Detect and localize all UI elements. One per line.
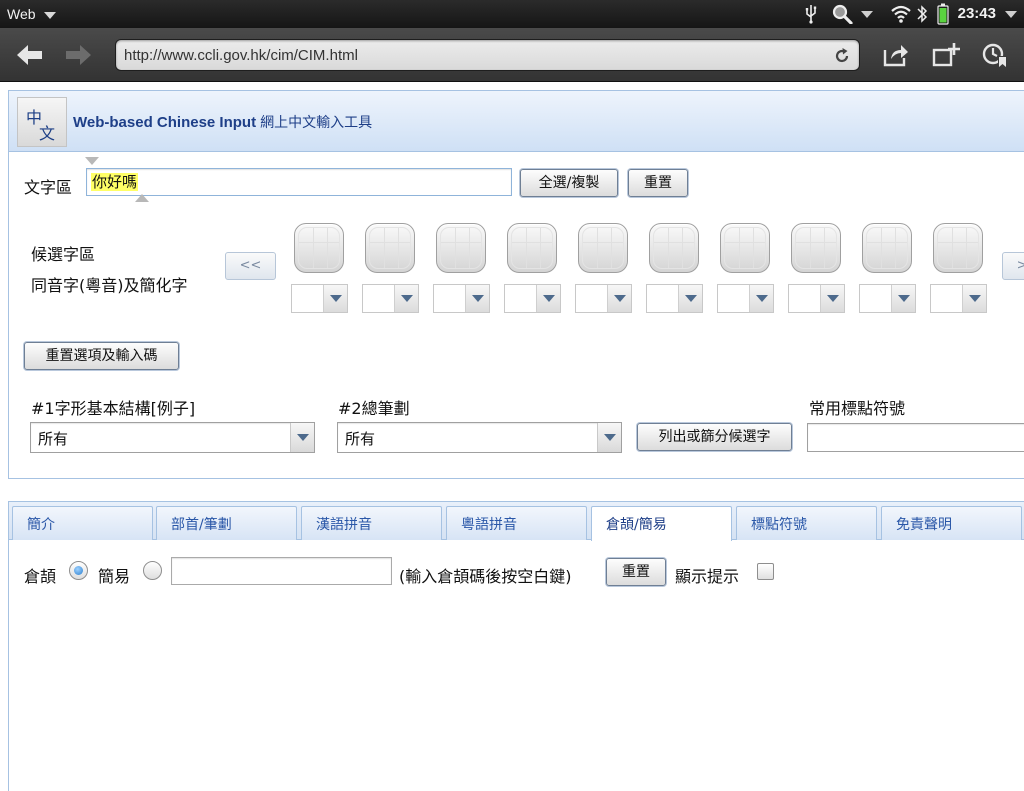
tab-cangjie-simplified[interactable]: 倉頡/簡易: [591, 506, 732, 541]
text-area-value[interactable]: 你好嗎: [91, 173, 139, 191]
chevron-down-icon: [330, 295, 342, 302]
chinese-logo-icon: 中 文: [17, 97, 67, 147]
chevron-down-icon: [401, 295, 413, 302]
punctuation-label: 常用標點符號: [809, 399, 906, 418]
simplified-radio[interactable]: [143, 561, 162, 580]
input-method-panel: 簡介 部首/筆劃 漢語拼音 粵語拼音 倉頡/簡易 標點符號 免責聲明 倉頡 簡易…: [8, 501, 1024, 791]
app-menu-label[interactable]: Web: [7, 6, 36, 22]
candidate-tile[interactable]: [791, 223, 841, 273]
simplified-radio-label: 簡易: [98, 567, 131, 586]
selection-start-handle-icon[interactable]: [85, 157, 99, 165]
search-icon[interactable]: [832, 4, 854, 24]
candidate-tile[interactable]: [862, 223, 912, 273]
text-reset-button[interactable]: 重置: [628, 169, 688, 197]
strokes-filter-label: #2總筆劃: [338, 399, 410, 418]
battery-icon: [937, 3, 949, 25]
tab-cantonese-pinyin[interactable]: 粵語拼音: [446, 506, 587, 540]
cangjie-reset-button[interactable]: 重置: [606, 558, 666, 586]
search-menu-chevron-icon[interactable]: [860, 10, 874, 19]
strokes-select-value[interactable]: 所有: [345, 428, 375, 449]
chevron-down-icon: [297, 434, 309, 441]
candidate-tile[interactable]: [578, 223, 628, 273]
chevron-down-icon: [685, 295, 697, 302]
cangjie-code-input[interactable]: [171, 557, 392, 585]
reload-icon[interactable]: [833, 47, 851, 65]
chevron-down-icon: [756, 295, 768, 302]
bluetooth-icon: [917, 5, 928, 23]
tool-title: Web-based Chinese Input 網上中文輸入工具: [73, 114, 373, 131]
candidates-next-button[interactable]: >>: [1002, 252, 1024, 280]
candidate-tile[interactable]: [649, 223, 699, 273]
text-area-label: 文字區: [24, 178, 73, 197]
show-hint-label: 顯示提示: [675, 567, 740, 586]
text-area-input[interactable]: 你好嗎: [86, 168, 512, 196]
candidate-variant-select[interactable]: [291, 284, 348, 313]
candidate-variant-select[interactable]: [504, 284, 561, 313]
new-card-icon[interactable]: [932, 42, 960, 68]
app-menu-chevron-icon[interactable]: [44, 12, 56, 19]
structure-select[interactable]: 所有: [30, 422, 315, 453]
tool-header: 中 文 Web-based Chinese Input 網上中文輸入工具: [9, 91, 1024, 152]
tab-punctuation[interactable]: 標點符號: [736, 506, 877, 540]
candidate-area-label: 候選字區: [31, 245, 96, 264]
reset-options-button[interactable]: 重置選項及輸入碼: [24, 342, 179, 370]
chevron-down-icon: [969, 295, 981, 302]
cangjie-radio-label: 倉頡: [24, 567, 57, 586]
system-menu-chevron-icon[interactable]: [1004, 10, 1018, 19]
cangjie-radio[interactable]: [69, 561, 88, 580]
candidate-variant-select[interactable]: [788, 284, 845, 313]
tab-disclaimer[interactable]: 免責聲明: [881, 506, 1022, 540]
candidate-tile[interactable]: [436, 223, 486, 273]
chevron-down-icon: [604, 434, 616, 441]
structure-filter-label: #1字形基本結構[例子]: [31, 399, 196, 418]
input-tool-panel: 中 文 Web-based Chinese Input 網上中文輸入工具 文字區 …: [8, 90, 1024, 479]
candidates-prev-button[interactable]: <<: [225, 252, 276, 280]
punctuation-select[interactable]: [807, 423, 1024, 452]
candidate-variant-select[interactable]: [362, 284, 419, 313]
candidate-tile[interactable]: [294, 223, 344, 273]
candidate-tile[interactable]: [933, 223, 983, 273]
selection-end-handle-icon[interactable]: [135, 194, 149, 202]
candidate-variant-select[interactable]: [930, 284, 987, 313]
candidate-variant-select[interactable]: [433, 284, 490, 313]
device-status-bar: Web 23:43: [0, 0, 1024, 28]
usb-icon: [805, 5, 817, 24]
cangjie-hint-text: (輸入倉頡碼後按空白鍵): [399, 567, 572, 586]
forward-arrow-icon[interactable]: [63, 42, 93, 68]
candidate-variant-select[interactable]: [575, 284, 632, 313]
chevron-down-icon: [543, 295, 555, 302]
chevron-down-icon: [898, 295, 910, 302]
method-tab-bar: 簡介 部首/筆劃 漢語拼音 粵語拼音 倉頡/簡易 標點符號 免責聲明: [9, 502, 1024, 541]
chevron-down-icon: [614, 295, 626, 302]
web-page: 中 文 Web-based Chinese Input 網上中文輸入工具 文字區 …: [0, 82, 1024, 791]
browser-toolbar: http://www.ccli.gov.hk/cim/CIM.html: [0, 28, 1024, 82]
strokes-select[interactable]: 所有: [337, 422, 622, 453]
list-candidates-button[interactable]: 列出或篩分候選字: [637, 423, 792, 451]
chevron-down-icon: [827, 295, 839, 302]
show-hint-checkbox[interactable]: [757, 563, 774, 580]
chevron-down-icon: [472, 295, 484, 302]
share-icon[interactable]: [882, 42, 910, 68]
candidate-variant-select[interactable]: [859, 284, 916, 313]
address-url[interactable]: http://www.ccli.gov.hk/cim/CIM.html: [124, 47, 358, 64]
candidate-tile[interactable]: [365, 223, 415, 273]
candidate-tile[interactable]: [720, 223, 770, 273]
candidate-variant-select[interactable]: [646, 284, 703, 313]
status-clock: 23:43: [957, 5, 996, 22]
tab-radical-strokes[interactable]: 部首/筆劃: [156, 506, 297, 540]
candidate-variant-select[interactable]: [717, 284, 774, 313]
select-all-copy-button[interactable]: 全選/複製: [520, 169, 618, 197]
structure-select-value[interactable]: 所有: [38, 428, 68, 449]
history-bookmark-icon[interactable]: [982, 42, 1010, 68]
homophone-label: 同音字(粵音)及簡化字: [31, 276, 188, 295]
tab-intro[interactable]: 簡介: [12, 506, 153, 540]
candidate-tile[interactable]: [507, 223, 557, 273]
tab-hanyu-pinyin[interactable]: 漢語拼音: [301, 506, 442, 540]
address-bar[interactable]: http://www.ccli.gov.hk/cim/CIM.html: [115, 39, 860, 71]
wifi-icon: [891, 5, 911, 23]
back-arrow-icon[interactable]: [15, 42, 45, 68]
